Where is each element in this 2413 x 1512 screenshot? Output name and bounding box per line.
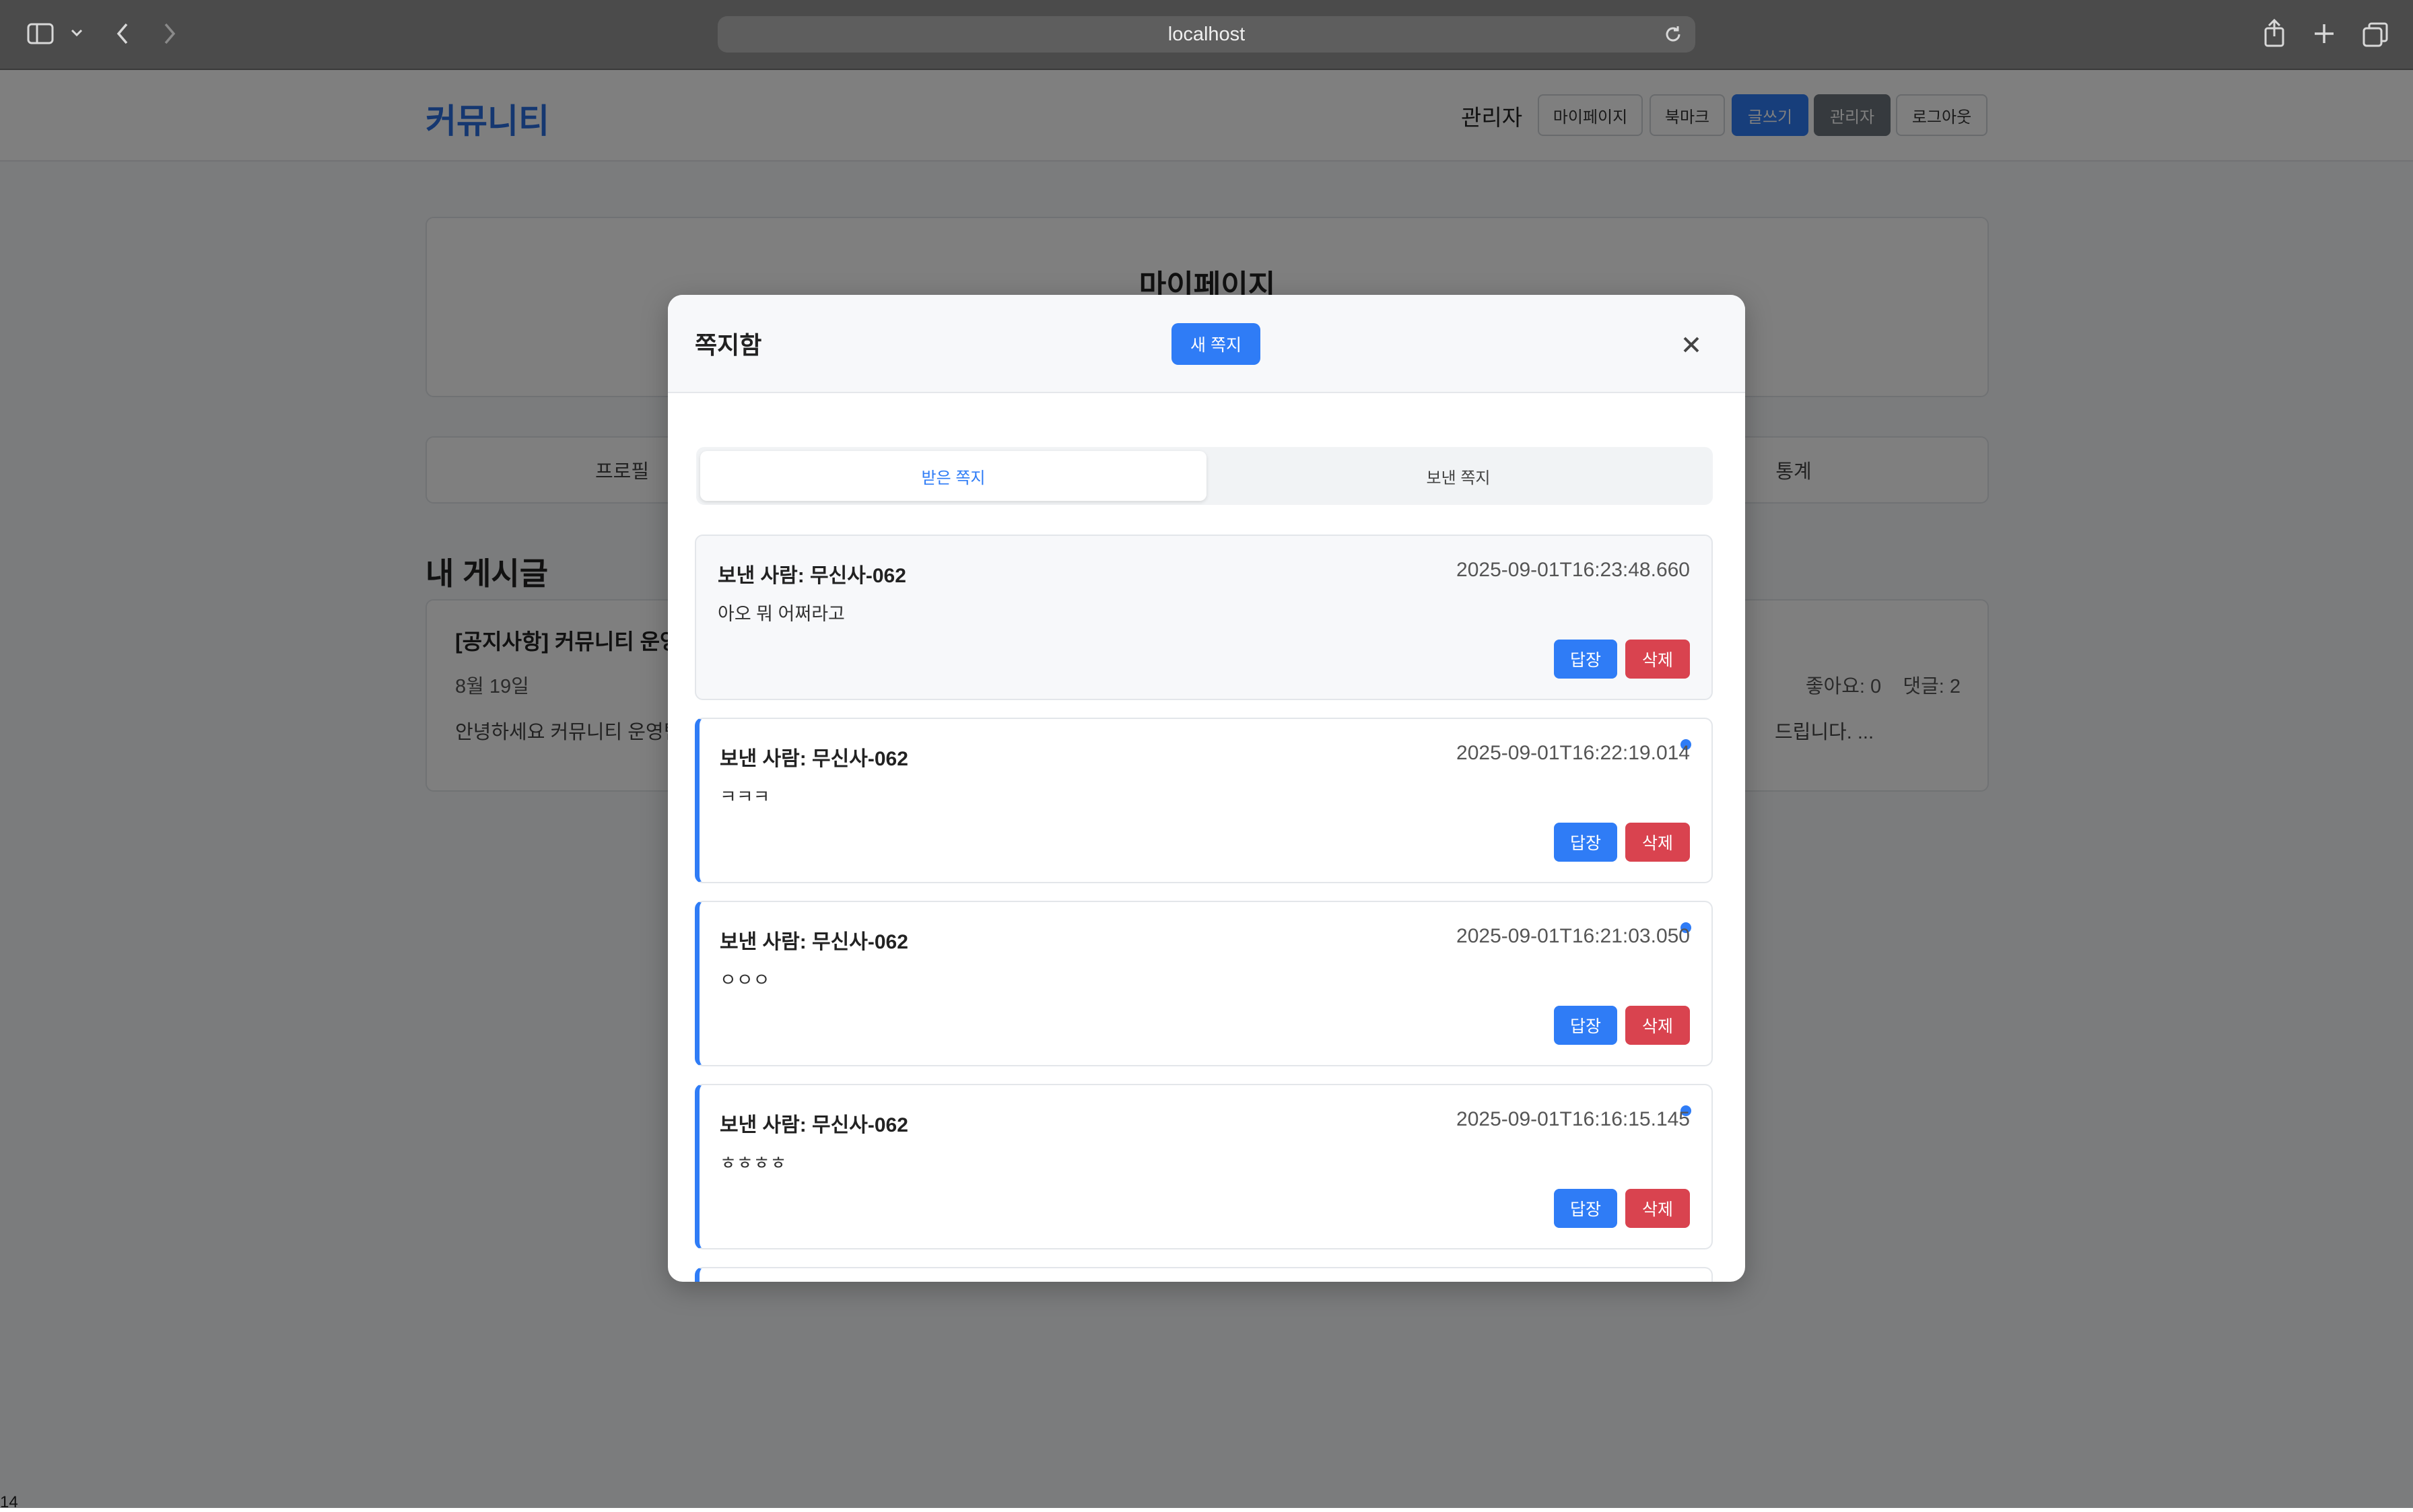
delete-button[interactable]: 삭제 <box>1625 823 1690 862</box>
delete-button[interactable]: 삭제 <box>1625 640 1690 679</box>
share-icon[interactable] <box>2262 19 2286 48</box>
address-bar[interactable]: localhost <box>718 16 1695 53</box>
modal-header: 쪽지함 새 쪽지 <box>668 295 1745 393</box>
message-sender: 보낸 사람: 무신사-062 <box>718 565 906 587</box>
url-text: localhost <box>1167 23 1246 45</box>
message-item[interactable]: 보낸 사람: 무신사-062 2025-09-01T16:22:19.014 ㅋ… <box>695 718 1713 883</box>
tab-received[interactable]: 받은 쪽지 <box>700 451 1206 501</box>
message-item[interactable] <box>695 1267 1713 1282</box>
message-body: ㅇㅇㅇ <box>720 970 770 990</box>
message-item[interactable]: 보낸 사람: 무신사-062 2025-09-01T16:21:03.050 ㅇ… <box>695 901 1713 1066</box>
close-icon[interactable] <box>1675 329 1707 361</box>
browser-toolbar: localhost <box>0 0 2413 70</box>
corner-number: 14 <box>0 1493 18 1511</box>
chevron-down-icon[interactable] <box>70 28 83 38</box>
message-sender: 보낸 사람: 무신사-062 <box>720 1114 908 1136</box>
tab-sent[interactable]: 보낸 쪽지 <box>1205 451 1711 501</box>
message-time: 2025-09-01T16:22:19.014 <box>1456 742 1690 764</box>
modal-title: 쪽지함 <box>695 331 762 359</box>
message-modal: 쪽지함 새 쪽지 받은 쪽지 보낸 쪽지 보낸 사람: 무신사-062 2025… <box>668 295 1745 1282</box>
new-message-button[interactable]: 새 쪽지 <box>1171 323 1260 365</box>
message-time: 2025-09-01T16:23:48.660 <box>1456 559 1690 581</box>
forward-icon[interactable] <box>162 22 178 46</box>
message-sender: 보낸 사람: 무신사-062 <box>720 748 908 770</box>
message-body: ㅋㅋㅋ <box>720 787 770 807</box>
sidebar-toggle-icon[interactable] <box>27 23 54 44</box>
reply-button[interactable]: 답장 <box>1554 1189 1617 1228</box>
message-tabs: 받은 쪽지 보낸 쪽지 <box>696 447 1713 505</box>
reply-button[interactable]: 답장 <box>1554 640 1617 679</box>
message-time: 2025-09-01T16:21:03.050 <box>1456 925 1690 947</box>
back-icon[interactable] <box>114 22 131 46</box>
new-tab-icon[interactable] <box>2312 22 2336 46</box>
reload-icon[interactable] <box>1663 24 1683 50</box>
reply-button[interactable]: 답장 <box>1554 1006 1617 1045</box>
message-body: ㅎㅎㅎㅎ <box>720 1153 787 1173</box>
message-body: 아오 뭐 어쩌라고 <box>718 604 845 624</box>
delete-button[interactable]: 삭제 <box>1625 1006 1690 1045</box>
reply-button[interactable]: 답장 <box>1554 823 1617 862</box>
delete-button[interactable]: 삭제 <box>1625 1189 1690 1228</box>
message-time: 2025-09-01T16:16:15.145 <box>1456 1108 1690 1130</box>
message-item[interactable]: 보낸 사람: 무신사-062 2025-09-01T16:16:15.145 ㅎ… <box>695 1084 1713 1249</box>
message-item[interactable]: 보낸 사람: 무신사-062 2025-09-01T16:23:48.660 아… <box>695 535 1713 700</box>
message-sender: 보낸 사람: 무신사-062 <box>720 931 908 953</box>
tab-overview-icon[interactable] <box>2362 22 2389 48</box>
